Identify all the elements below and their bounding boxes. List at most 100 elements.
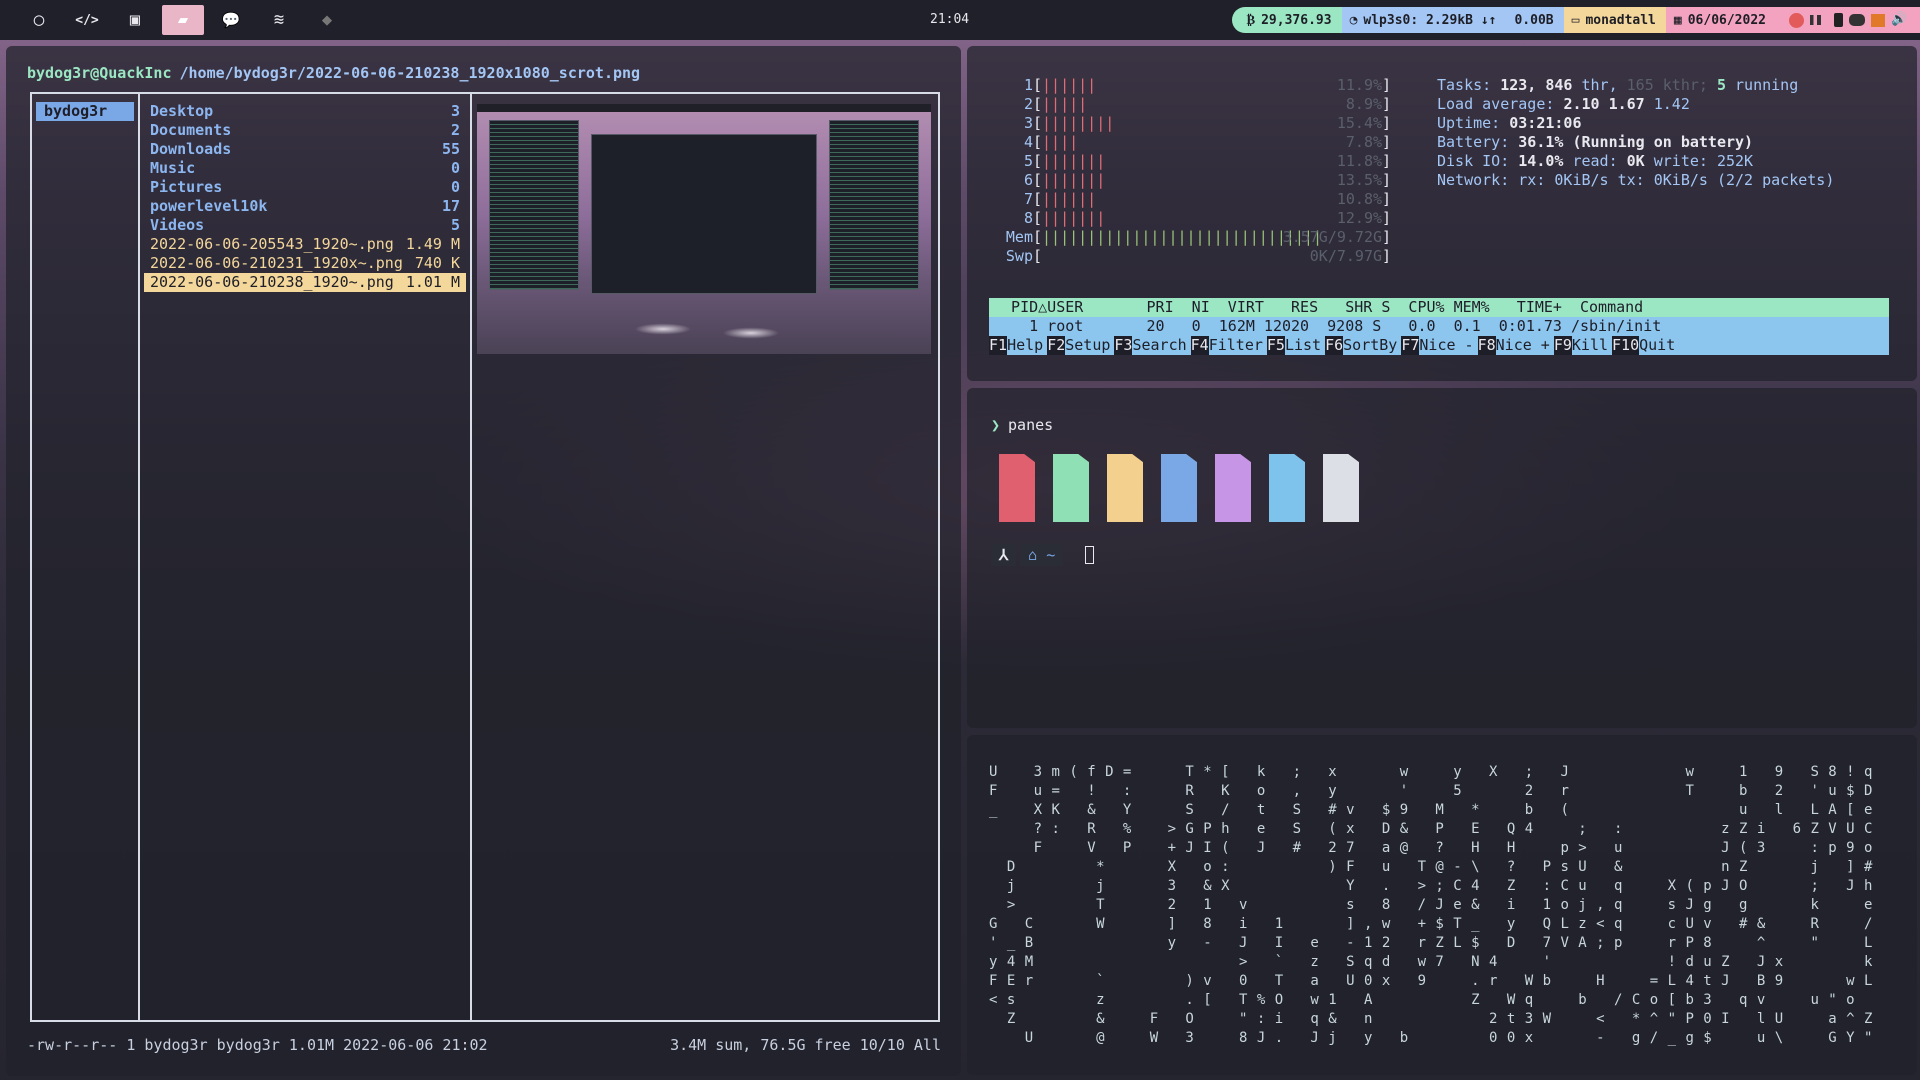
discord-icon[interactable]	[1849, 14, 1865, 26]
code-icon[interactable]: </>	[66, 5, 108, 35]
cpu-bars: ||||||	[1042, 76, 1097, 94]
network-widget: ◔ wlp3s0: 2.29kB ↓↑	[1341, 7, 1507, 33]
cpu-meter: 7[|||||| 10.8%]	[1007, 190, 1407, 209]
swap-bars	[1042, 247, 1322, 266]
fkey-label: Nice +	[1495, 336, 1550, 354]
file-size: 17	[441, 197, 460, 215]
color-swatch	[1107, 454, 1143, 522]
fkey-kill-button[interactable]: F9 Kill	[1553, 336, 1612, 355]
cursor[interactable]	[1085, 546, 1095, 564]
file-list-item[interactable]: Downloads 55	[144, 140, 466, 159]
matrix-line: U @ W 3 8 J . J j y b 0 0 x - g / _ g $ …	[989, 1030, 1873, 1046]
cpu-bars: |||||	[1042, 95, 1088, 113]
fkey-filter-button[interactable]: F4 Filter	[1190, 336, 1267, 355]
color-swatch	[1323, 454, 1359, 522]
command-text: panes	[1008, 416, 1054, 434]
color-swatch	[1161, 454, 1197, 522]
meter-close-bracket: ]	[1382, 228, 1392, 246]
color-swatch	[999, 454, 1035, 522]
layers-icon[interactable]: ◆	[306, 5, 348, 35]
tasks-line: Tasks: 123, 846 thr, 165 kthr; 5 running	[1437, 76, 1834, 95]
meter-open-bracket: [	[1033, 76, 1043, 94]
parent-selected-dir[interactable]: bydog3r	[36, 102, 134, 121]
chat-icon[interactable]: 💬	[210, 5, 252, 35]
layout-name: monadtall	[1585, 12, 1656, 28]
file-list-item[interactable]: Desktop 3	[144, 102, 466, 121]
volume-icon[interactable]: 🔊	[1891, 12, 1907, 28]
fkey-setup-button[interactable]: F2 Setup	[1047, 336, 1114, 355]
file-list-item[interactable]: 2022-06-06-210238_1920~.png 1.01 M	[144, 273, 466, 292]
meter-close-bracket: ]	[1382, 114, 1392, 132]
fkey-search-button[interactable]: F3 Search	[1114, 336, 1190, 355]
image-preview	[477, 104, 931, 354]
uptime-label: Uptime:	[1437, 114, 1501, 132]
ranger-path: /home/bydog3r/2022-06-06-210238_1920x108…	[179, 64, 641, 82]
process-table-header[interactable]: PID△USER PRI NI VIRT RES SHR S CPU% MEM%…	[989, 298, 1889, 317]
tasks-label: Tasks:	[1437, 76, 1492, 94]
fkey-label: Kill	[1571, 336, 1609, 354]
htop-pane: 1[|||||| 11.9%] 2[||||| 8.9%] 3[|||||||| 15.4…	[967, 46, 1917, 381]
running-label: running	[1735, 76, 1799, 94]
signal-icon[interactable]	[1810, 15, 1828, 25]
file-list-item[interactable]: Videos 5	[144, 216, 466, 235]
fkey-quit-button[interactable]: F10 Quit	[1612, 336, 1679, 355]
circle-logo-icon[interactable]: ◯	[18, 5, 60, 35]
file-list-item[interactable]: 2022-06-06-210231_1920x~.png 740 K	[144, 254, 466, 273]
window-icon[interactable]	[1871, 13, 1885, 27]
uptime-value: 03:21:06	[1509, 114, 1582, 132]
battery-icon[interactable]	[1834, 13, 1843, 27]
fkey-nice-button[interactable]: F8 Nice +	[1477, 336, 1554, 355]
matrix-pane: U 3 m ( f D = T * [ k ; x w y X ; J w 1 …	[967, 735, 1917, 1075]
cpu-percent: 8.9%	[1345, 95, 1383, 113]
system-tray: 🔊	[1776, 7, 1920, 33]
fkey-label: Setup	[1065, 336, 1111, 354]
ranger-title: bydog3r@QuackInc/home/bydog3r/2022-06-06…	[27, 64, 640, 82]
prompt-dir-segment: ⌂ ~	[1020, 544, 1064, 566]
network-line: Network: rx: 0KiB/s tx: 0KiB/s (2/2 pack…	[1437, 171, 1834, 190]
preview-terminal-right	[829, 120, 919, 290]
cpu-percent: 15.4%	[1336, 114, 1383, 132]
matrix-line: _ X K & Y S / t S # v $ 9 M * b ( u l L …	[989, 802, 1873, 818]
meter-open-bracket: [	[1033, 171, 1043, 189]
file-list-item[interactable]: Documents 2	[144, 121, 466, 140]
file-list-item[interactable]: powerlevel10k 17	[144, 197, 466, 216]
meter-open-bracket: [	[1033, 133, 1043, 151]
fkey-list-button[interactable]: F5 List	[1266, 336, 1325, 355]
preview-column	[472, 94, 938, 1020]
file-list-item[interactable]: Music 0	[144, 159, 466, 178]
matrix-line: F E r ` ) v 0 T a U 0 x 9 . r W b H = L …	[989, 973, 1873, 989]
fkey-nice-button[interactable]: F7 Nice -	[1401, 336, 1477, 355]
disk-write-label: write:	[1653, 152, 1708, 170]
load-5: 1.67	[1608, 95, 1645, 113]
meter-close-bracket: ]	[1382, 133, 1392, 151]
fkey-help-button[interactable]: F1 Help	[989, 336, 1047, 355]
cpu-percent: 7.8%	[1345, 133, 1383, 151]
terminal-icon[interactable]: ▣	[114, 5, 156, 35]
disk-read: 0K	[1626, 152, 1645, 170]
mem-meter: Mem[||||||||||||||||||||||||||||||||||||…	[1006, 228, 1407, 247]
file-size: 2	[450, 121, 460, 139]
update-icon[interactable]	[1789, 12, 1804, 28]
cpu-percent: 10.8%	[1336, 190, 1383, 208]
cpu-meter: 6[||||||| 13.5%]	[1007, 171, 1407, 190]
spotify-icon[interactable]: ≋	[258, 5, 300, 35]
file-list-item[interactable]: 2022-06-06-205543_1920~.png 1.49 M	[144, 235, 466, 254]
folder-icon[interactable]: ▰	[162, 5, 204, 35]
mem-value: 3.57G/9.72G	[1282, 228, 1383, 246]
cpu-meter: 3[|||||||| 15.4%]	[1007, 114, 1407, 133]
load-line: Load average: 2.10 1.67 1.42	[1437, 95, 1834, 114]
matrix-line: j j 3 & X Y . > ; C 4 Z : C u q X ( p J …	[989, 878, 1873, 894]
network-value: rx: 0KiB/s tx: 0KiB/s (2/2 packets)	[1518, 171, 1835, 189]
kthreads: 165 kthr;	[1626, 76, 1708, 94]
fkey-sortby-button[interactable]: F6 SortBy	[1325, 336, 1401, 355]
prompt-line: ⅄ ⌂ ~	[991, 544, 1095, 566]
swap-meter: Swp[0K/7.97G]	[1006, 247, 1407, 266]
process-row[interactable]: 1 root 20 0 162M 12020 9208 S 0.0 0.1 0:…	[989, 317, 1889, 336]
cpu-number: 2	[1023, 95, 1033, 113]
cpu-bars: |||||||	[1042, 209, 1106, 227]
battery-label: Battery:	[1437, 133, 1510, 151]
matrix-line: F u = ! : R K o , y ' 5 2 r T b 2 ' u $ …	[989, 783, 1873, 799]
file-list-item[interactable]: Pictures 0	[144, 178, 466, 197]
fkey-label: SortBy	[1343, 336, 1398, 354]
uptime-line: Uptime: 03:21:06	[1437, 114, 1834, 133]
